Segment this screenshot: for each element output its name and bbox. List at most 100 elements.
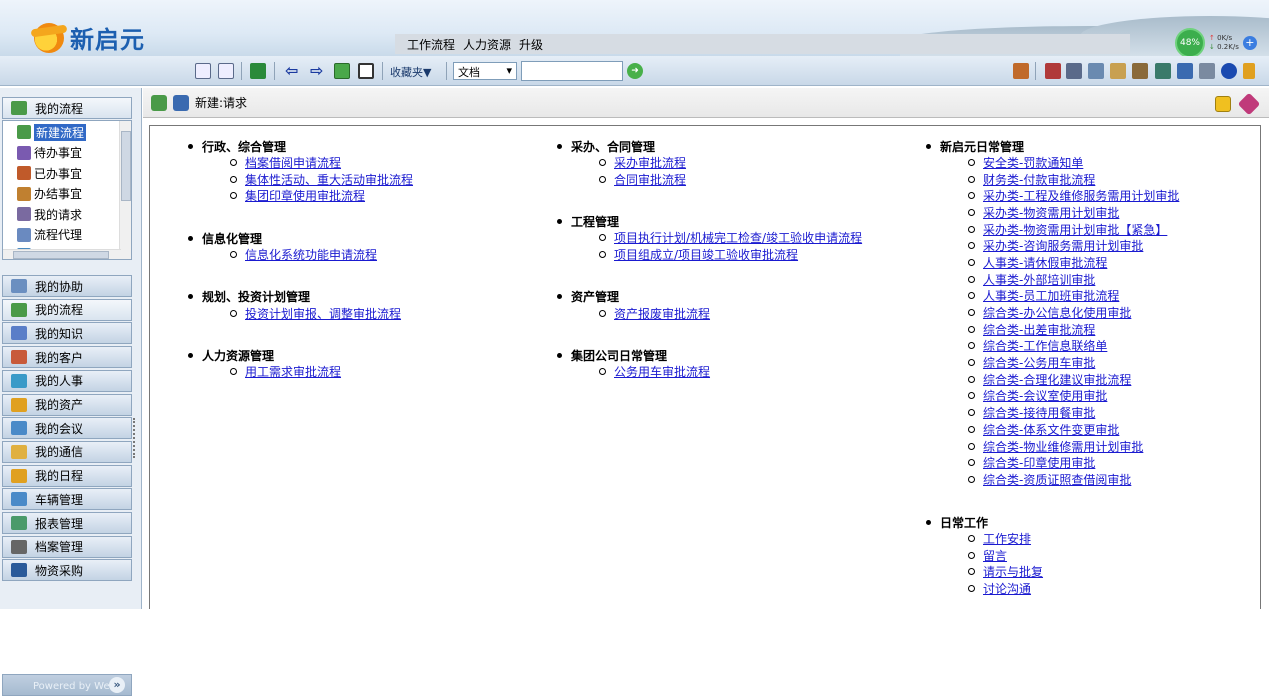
news-icon[interactable]: [1045, 63, 1061, 79]
refresh-icon[interactable]: [334, 63, 350, 79]
split-view-icon[interactable]: [195, 63, 211, 79]
workflow-link[interactable]: 档案借阅申请流程: [245, 154, 341, 171]
workflow-link[interactable]: 项目组成立/项目竣工验收审批流程: [614, 246, 798, 263]
workflow-link[interactable]: 综合类-体系文件变更审批: [983, 421, 1119, 438]
topmenu-workflow[interactable]: 工作流程: [407, 36, 455, 53]
topmenu-hr[interactable]: 人力资源: [463, 36, 511, 53]
tree-horizontal-scrollbar[interactable]: [3, 249, 121, 259]
tree-item-label: 待办事宜: [34, 146, 83, 160]
workflow-link[interactable]: 集团印章使用审批流程: [245, 187, 365, 204]
message-icon[interactable]: [1066, 63, 1082, 79]
collapse-icon[interactable]: »: [109, 677, 125, 693]
workflow-link[interactable]: 安全类-罚款通知单: [983, 154, 1083, 171]
workflow-link[interactable]: 综合类-会议室使用审批: [983, 387, 1107, 404]
workflow-item: 资产报废审批流程: [519, 305, 710, 322]
exit-icon[interactable]: [250, 63, 266, 79]
workflow-link[interactable]: 综合类-接待用餐审批: [983, 404, 1095, 421]
meeting-icon[interactable]: [1110, 63, 1126, 79]
contacts-icon[interactable]: [1132, 63, 1148, 79]
workflow-link[interactable]: 采办类-物资需用计划审批【紧急】: [983, 221, 1167, 238]
workflow-link[interactable]: 综合类-印章使用审批: [983, 454, 1095, 471]
sidebar-menu-item[interactable]: 报表管理: [2, 512, 132, 534]
workflow-link[interactable]: 人事类-员工加班审批流程: [983, 287, 1119, 304]
tree-vertical-scrollbar[interactable]: [119, 121, 131, 259]
help-icon[interactable]: [1221, 63, 1237, 79]
workflow-link[interactable]: 集体性活动、重大活动审批流程: [245, 171, 413, 188]
back-arrow-icon[interactable]: ⇦: [285, 63, 301, 79]
workflow-link[interactable]: 综合类-合理化建议审批流程: [983, 371, 1131, 388]
doc-select[interactable]: 文档 ▾: [453, 62, 517, 80]
workflow-link[interactable]: 综合类-办公信息化使用审批: [983, 304, 1131, 321]
calendar-icon[interactable]: [1177, 63, 1193, 79]
sidebar-menu-item[interactable]: 物资采购: [2, 559, 132, 582]
workflow-link[interactable]: 投资计划审报、调整审批流程: [245, 305, 401, 322]
notes-icon[interactable]: [1199, 63, 1215, 79]
sidebar-menu-item[interactable]: 我的客户: [2, 346, 132, 369]
network-plus-icon[interactable]: +: [1242, 36, 1257, 50]
workflow-link[interactable]: 合同审批流程: [614, 171, 686, 188]
workflow-group: 工程管理 项目执行计划/机械完工检查/竣工验收申请流程 项目组成立/项目竣工验收审批…: [519, 213, 862, 262]
workflow-link[interactable]: 综合类-工作信息联络单: [983, 337, 1107, 354]
workflow-link[interactable]: 采办类-工程及维修服务需用计划审批: [983, 187, 1179, 204]
sidebar-menu-item[interactable]: 我的通信: [2, 440, 132, 463]
sidebar-menu-item[interactable]: 我的资产: [2, 393, 132, 416]
workflow-link[interactable]: 资产报废审批流程: [614, 305, 710, 322]
workflow-item: 工作安排: [888, 530, 1043, 547]
sidebar-header-my-flow[interactable]: 我的流程: [2, 97, 132, 119]
workflow-link[interactable]: 综合类-公务用车审批: [983, 354, 1095, 371]
page-title: 新建:请求: [195, 96, 248, 110]
sidebar-menu-item[interactable]: 我的流程: [2, 298, 132, 321]
sidebar-grip[interactable]: [133, 418, 137, 458]
forward-arrow-icon[interactable]: ⇨: [310, 63, 326, 79]
tree-item[interactable]: 流程代理: [17, 226, 82, 244]
folder-icon[interactable]: [1215, 96, 1231, 112]
print-icon[interactable]: [358, 63, 374, 79]
workflow-link[interactable]: 综合类-物业维修需用计划审批: [983, 438, 1143, 455]
sidebar-menu-item[interactable]: 我的日程: [2, 464, 132, 487]
workflow-link[interactable]: 讨论沟通: [983, 580, 1031, 597]
workflow-link[interactable]: 用工需求审批流程: [245, 363, 341, 380]
more-icon[interactable]: [1243, 63, 1255, 79]
list-view-icon[interactable]: [218, 63, 234, 79]
go-arrow-icon[interactable]: ➜: [627, 63, 643, 79]
workflow-link[interactable]: 财务类-付款审批流程: [983, 171, 1095, 188]
sidebar-menu-item[interactable]: 我的人事: [2, 369, 132, 392]
home-icon[interactable]: [1013, 63, 1029, 79]
workflow-link[interactable]: 综合类-资质证照查借阅审批: [983, 471, 1131, 488]
workflow-link[interactable]: 综合类-出差审批流程: [983, 321, 1095, 338]
sidebar-menu-item[interactable]: 档案管理: [2, 535, 132, 558]
workflow-link[interactable]: 请示与批复: [983, 563, 1043, 580]
workflow-link[interactable]: 公务用车审批流程: [614, 363, 710, 380]
tree-item[interactable]: 我的请求: [17, 205, 82, 223]
workflow-link[interactable]: 信息化系统功能申请流程: [245, 246, 377, 263]
workflow-link[interactable]: 采办审批流程: [614, 154, 686, 171]
workflow-link[interactable]: 采办类-物资需用计划审批: [983, 204, 1119, 221]
tree-item[interactable]: 办结事宜: [17, 185, 82, 203]
tree-item[interactable]: 新建流程: [17, 123, 87, 141]
search-input[interactable]: [521, 61, 623, 81]
workflow-item: 综合类-会议室使用审批: [888, 388, 1179, 405]
tree-item[interactable]: 已办事宜: [17, 164, 82, 182]
workflow-link[interactable]: 采办类-咨询服务需用计划审批: [983, 237, 1143, 254]
sidebar-menu-item[interactable]: 我的协助: [2, 275, 132, 297]
gears-icon: [151, 94, 167, 111]
workflow-link[interactable]: 人事类-外部培训审批: [983, 271, 1095, 288]
tree-item[interactable]: 待办事宜: [17, 144, 82, 162]
finished-icon: [17, 186, 31, 201]
vehicle-icon: [11, 492, 27, 507]
topmenu-upgrade[interactable]: 升级: [519, 36, 543, 53]
favorites-menu[interactable]: 收藏夹▼: [390, 64, 431, 80]
sidebar-menu-item[interactable]: 我的知识: [2, 322, 132, 345]
workflow-link[interactable]: 人事类-请休假审批流程: [983, 254, 1107, 271]
workflow-item: 综合类-体系文件变更审批: [888, 421, 1179, 438]
edit-icon[interactable]: [1088, 63, 1104, 79]
users-icon[interactable]: [1155, 63, 1171, 79]
hr-icon: [11, 373, 27, 388]
workflow-link[interactable]: 工作安排: [983, 530, 1031, 547]
new-flow-icon: [17, 125, 31, 139]
sidebar-menu-item[interactable]: 车辆管理: [2, 488, 132, 511]
workflow-link[interactable]: 项目执行计划/机械完工检查/竣工验收申请流程: [614, 229, 862, 246]
sidebar-menu-item[interactable]: 我的会议: [2, 417, 132, 440]
workflow-link[interactable]: 留言: [983, 547, 1007, 564]
eraser-icon[interactable]: [1237, 92, 1261, 116]
